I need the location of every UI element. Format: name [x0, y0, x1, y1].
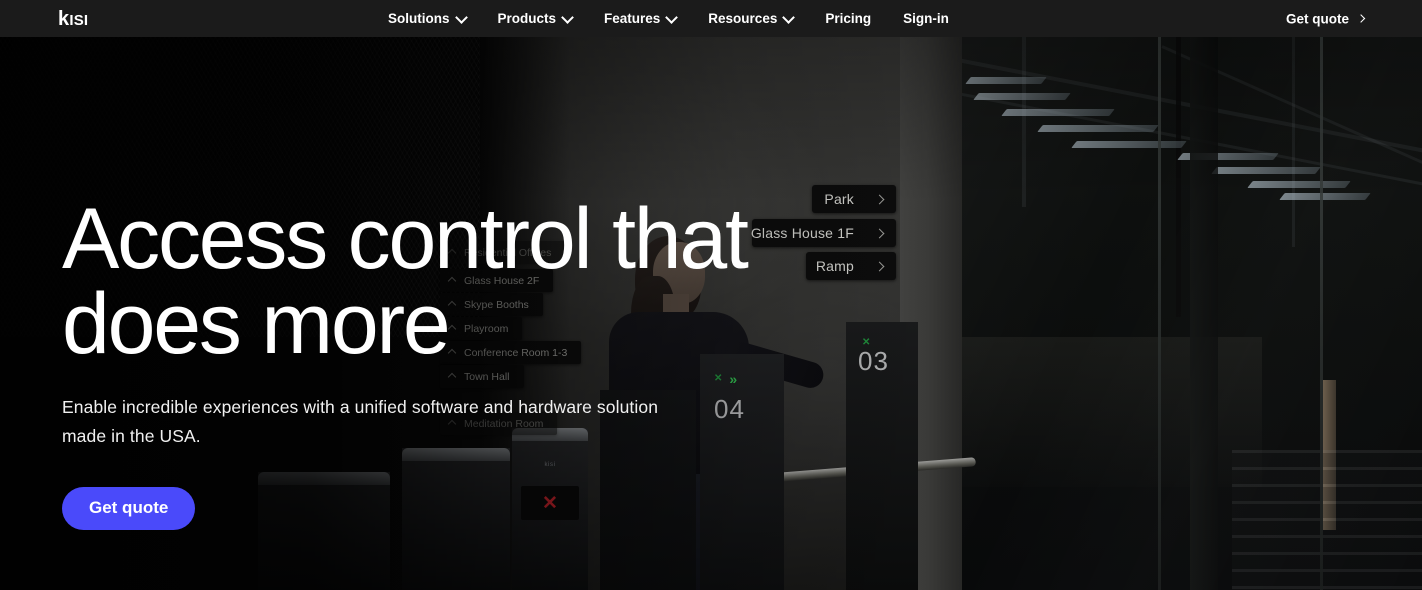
nav-item-label: Pricing	[825, 11, 872, 26]
chevron-right-icon	[874, 228, 885, 238]
nav-links: Solutions Products Features Resources Pr…	[388, 0, 949, 37]
hero-section: kisi ✕ ✕ » 04 ✕ 03 Park Glass House 1F R…	[0, 37, 1422, 590]
nav-item-pricing[interactable]: Pricing	[825, 11, 871, 26]
get-quote-button[interactable]: Get quote	[62, 486, 196, 530]
nav-get-quote-link[interactable]: Get quote	[1286, 11, 1366, 26]
sign-label: Ramp	[815, 258, 854, 274]
chevron-down-icon	[782, 11, 796, 24]
nav-item-features[interactable]: Features	[604, 11, 679, 26]
chevron-down-icon	[561, 11, 574, 24]
nav-item-label: Sign-in	[903, 11, 949, 26]
hero-subheading: Enable incredible experiences with a uni…	[62, 397, 659, 446]
wayfinding-sign-park: Park	[812, 185, 896, 213]
kisi-logo[interactable]: kISI	[58, 9, 88, 29]
nav-item-label: Features	[604, 11, 661, 26]
hero-copy: Access control that does more Enable inc…	[62, 196, 782, 530]
nav-item-label: Solutions	[388, 11, 450, 26]
nav-item-products[interactable]: Products	[497, 11, 574, 26]
chevron-down-icon	[454, 11, 468, 24]
nav-item-solutions[interactable]: Solutions	[388, 11, 468, 26]
headline-line-2: does more	[62, 276, 451, 373]
glass-reflection	[962, 37, 1422, 590]
nav-item-resources[interactable]: Resources	[708, 11, 796, 26]
chevron-right-icon	[874, 194, 885, 204]
chevron-right-icon	[1356, 14, 1366, 23]
glass-atrium	[962, 37, 1422, 590]
wayfinding-sign-ramp: Ramp	[806, 252, 896, 280]
nav-item-signin[interactable]: Sign-in	[903, 11, 949, 26]
chevron-down-icon	[665, 11, 679, 24]
nav-item-label: Products	[497, 11, 557, 26]
nav-get-quote-label: Get quote	[1286, 11, 1349, 26]
headline-line-1: Access control that	[62, 191, 749, 287]
nav-item-label: Resources	[708, 11, 778, 26]
turnstile-number: 03	[858, 346, 889, 376]
top-navigation-bar: kISI Solutions Products Features Resourc…	[0, 0, 1422, 37]
turnstile-03-column: ✕ 03	[846, 322, 918, 590]
sign-label: Park	[824, 191, 854, 207]
page-title: Access control that does more	[62, 196, 782, 367]
chevron-right-icon	[874, 261, 885, 271]
